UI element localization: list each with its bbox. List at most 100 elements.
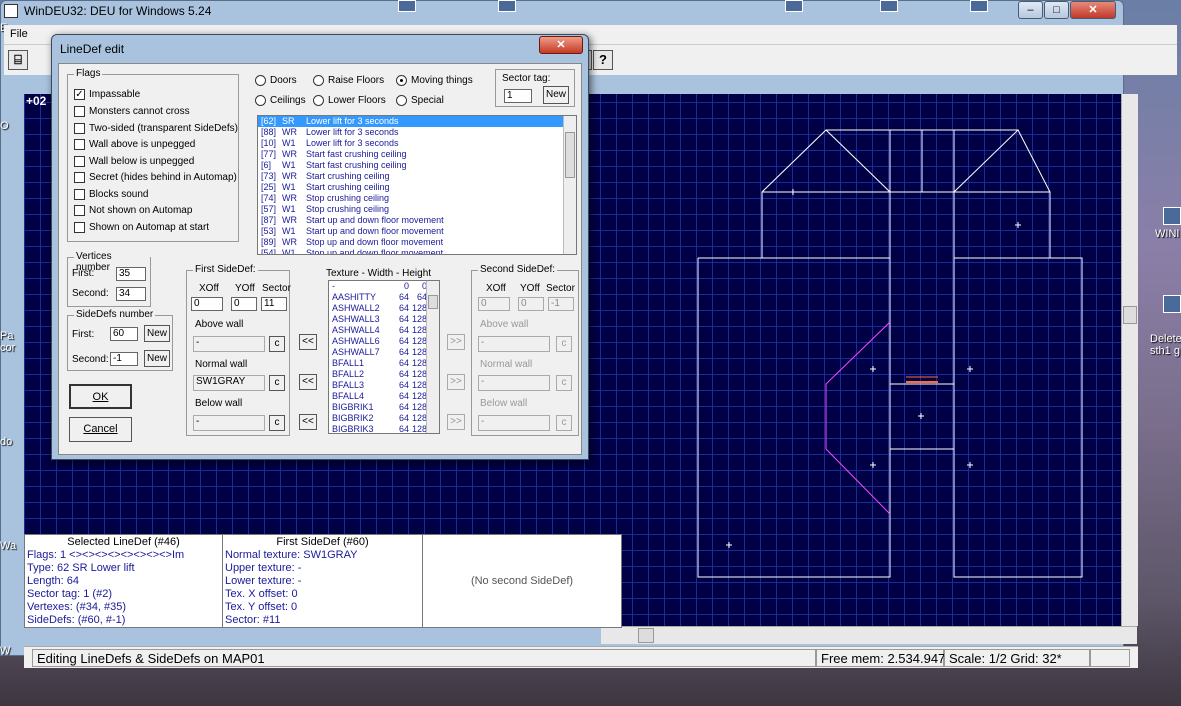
menu-item-file[interactable]: File: [4, 25, 34, 43]
second-normal-input[interactable]: -: [478, 375, 550, 391]
desktop-label-delete[interactable]: Delete sth1 g: [1150, 333, 1181, 357]
linedef-type-row[interactable]: [87] WR Start up and down floor movement: [258, 215, 576, 226]
second-below-input[interactable]: -: [478, 415, 550, 431]
linedef-type-row[interactable]: [73] WR Start crushing ceiling: [258, 171, 576, 182]
sector-tag-new-button[interactable]: New: [543, 86, 569, 104]
flag-secret[interactable]: Secret (hides behind in Automap): [74, 172, 237, 183]
checkbox[interactable]: [74, 172, 85, 183]
scroll-thumb[interactable]: [428, 295, 438, 309]
dialog-close-button[interactable]: ✕: [539, 36, 583, 54]
flag-monsters-cannot-cross[interactable]: Monsters cannot cross: [74, 106, 190, 117]
texture-row[interactable]: ASHWALL7 64 128: [329, 347, 439, 358]
linedef-type-list[interactable]: [62] SR Lower lift for 3 seconds [88] WR Lowe…: [257, 115, 577, 255]
first-xoff-input[interactable]: 0: [191, 297, 223, 311]
second-yoff-input[interactable]: 0: [518, 297, 544, 311]
first-above-input[interactable]: -: [193, 336, 265, 352]
linedef-type-row[interactable]: [88] WR Lower lift for 3 seconds: [258, 127, 576, 138]
type-special[interactable]: Special: [396, 95, 444, 106]
radio-button[interactable]: [396, 75, 407, 86]
second-normal-c-button[interactable]: c: [556, 375, 572, 391]
texture-row[interactable]: AASHITTY 64 64: [329, 292, 439, 303]
help-icon[interactable]: ?: [593, 50, 613, 70]
radio-button[interactable]: [396, 95, 407, 106]
copy-to-second-above-button[interactable]: >>: [447, 334, 465, 350]
flag-upper-unpegged[interactable]: Wall above is unpegged: [74, 139, 195, 150]
vertical-scrollbar[interactable]: [1121, 94, 1138, 626]
checkbox[interactable]: [74, 106, 85, 117]
texture-row[interactable]: BIGBRIK2 64 128: [329, 413, 439, 424]
first-above-c-button[interactable]: c: [269, 336, 285, 352]
copy-to-first-below-button[interactable]: <<: [299, 414, 317, 430]
copy-to-second-below-button[interactable]: >>: [447, 414, 465, 430]
flag-impassable[interactable]: ✓ Impassable: [74, 89, 140, 100]
first-normal-input[interactable]: SW1GRAY: [193, 375, 265, 391]
linedef-type-row[interactable]: [6] W1 Start fast crushing ceiling: [258, 160, 576, 171]
checkbox[interactable]: [74, 205, 85, 216]
horizontal-scrollbar[interactable]: [601, 626, 1137, 644]
copy-to-second-normal-button[interactable]: >>: [447, 374, 465, 390]
checkbox[interactable]: [74, 189, 85, 200]
texture-row[interactable]: ASHWALL4 64 128: [329, 325, 439, 336]
texture-row[interactable]: BFALL2 64 128: [329, 369, 439, 380]
linedef-type-row[interactable]: [54] W1 Stop up and down floor movement: [258, 248, 576, 254]
ok-button[interactable]: OK: [69, 384, 132, 409]
sector-tag-input[interactable]: 1: [504, 89, 532, 103]
first-below-input[interactable]: -: [193, 415, 265, 431]
sidedef-second-input[interactable]: -1: [110, 352, 138, 366]
texture-row[interactable]: BIGBRIK3 64 128: [329, 424, 439, 433]
list-scrollbar[interactable]: [563, 116, 576, 254]
cancel-button[interactable]: Cancel: [69, 417, 132, 442]
title-bar[interactable]: WinDEU32: DEU for Windows 5.24 – □ ✕: [0, 0, 1181, 24]
linedef-type-row[interactable]: [74] WR Stop crushing ceiling: [258, 193, 576, 204]
texture-row[interactable]: BFALL1 64 128: [329, 358, 439, 369]
type-doors[interactable]: Doors: [255, 75, 297, 86]
linedef-type-row[interactable]: [10] W1 Lower lift for 3 seconds: [258, 138, 576, 149]
first-below-c-button[interactable]: c: [269, 415, 285, 431]
texture-row[interactable]: BFALL3 64 128: [329, 380, 439, 391]
texture-row[interactable]: ASHWALL2 64 128: [329, 303, 439, 314]
second-xoff-input[interactable]: 0: [478, 297, 510, 311]
second-below-c-button[interactable]: c: [556, 415, 572, 431]
checkbox[interactable]: [74, 139, 85, 150]
toolbar-button[interactable]: ⌸: [8, 50, 28, 70]
radio-button[interactable]: [255, 75, 266, 86]
linedef-type-row[interactable]: [77] WR Start fast crushing ceiling: [258, 149, 576, 160]
copy-to-first-normal-button[interactable]: <<: [299, 374, 317, 390]
linedef-type-row[interactable]: [25] W1 Start crushing ceiling: [258, 182, 576, 193]
linedef-type-row[interactable]: [89] WR Stop up and down floor movement: [258, 237, 576, 248]
radio-button[interactable]: [313, 75, 324, 86]
checkbox[interactable]: [74, 222, 85, 233]
type-raise-floors[interactable]: Raise Floors: [313, 75, 384, 86]
linedef-type-row[interactable]: [53] W1 Start up and down floor movement: [258, 226, 576, 237]
flag-two-sided[interactable]: Two-sided (transparent SideDefs): [74, 123, 238, 134]
type-moving-things[interactable]: Moving things: [396, 75, 473, 86]
maximize-button[interactable]: □: [1044, 1, 1069, 19]
sidedef-first-new-button[interactable]: New: [144, 325, 170, 342]
sidedef-second-new-button[interactable]: New: [144, 350, 170, 367]
scroll-thumb[interactable]: [1123, 306, 1137, 324]
texture-row[interactable]: ASHWALL3 64 128: [329, 314, 439, 325]
second-above-input[interactable]: -: [478, 336, 550, 352]
checkbox[interactable]: [74, 123, 85, 134]
flag-blocks-sound[interactable]: Blocks sound: [74, 189, 148, 200]
minimize-button[interactable]: –: [1018, 1, 1043, 19]
desktop-shortcut-icon[interactable]: [1163, 295, 1181, 313]
linedef-type-row[interactable]: [57] W1 Stop crushing ceiling: [258, 204, 576, 215]
flag-shown-on-automap[interactable]: Shown on Automap at start: [74, 222, 209, 233]
desktop-shortcut-icon[interactable]: [1163, 207, 1181, 225]
linedef-type-row[interactable]: [62] SR Lower lift for 3 seconds: [258, 116, 576, 127]
close-button[interactable]: ✕: [1070, 1, 1116, 19]
second-sector-input[interactable]: -1: [548, 297, 574, 311]
radio-button[interactable]: [255, 95, 266, 106]
first-yoff-input[interactable]: 0: [231, 297, 257, 311]
sidedef-first-input[interactable]: 60: [110, 327, 138, 341]
first-normal-c-button[interactable]: c: [269, 375, 285, 391]
flag-not-on-automap[interactable]: Not shown on Automap: [74, 205, 192, 216]
type-ceilings[interactable]: Ceilings: [255, 95, 306, 106]
texture-row[interactable]: BIGBRIK1 64 128: [329, 402, 439, 413]
checkbox[interactable]: ✓: [74, 89, 85, 100]
texture-list[interactable]: -0 0 AASHITTY 64 64 ASHWALL2 64 128 ASHWALL3 64 12…: [328, 280, 440, 434]
vertex-second-input[interactable]: 34: [116, 287, 146, 301]
second-above-c-button[interactable]: c: [556, 336, 572, 352]
list-scrollbar[interactable]: [426, 281, 439, 433]
